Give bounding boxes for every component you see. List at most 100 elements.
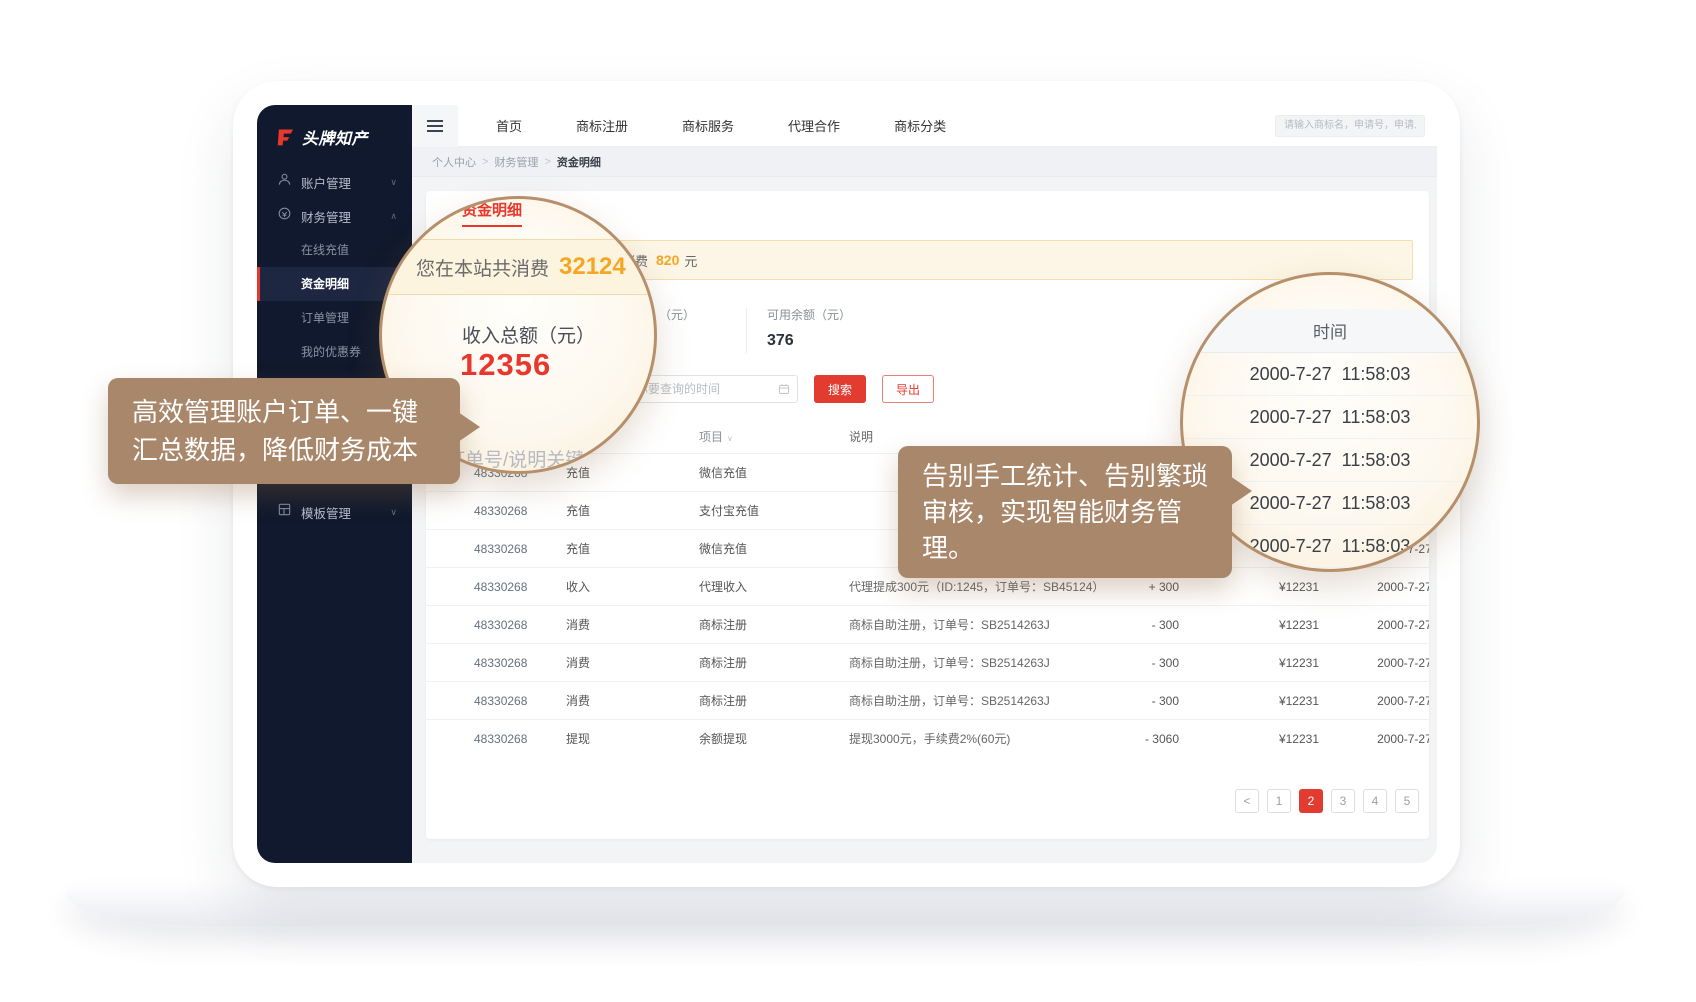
pagination-page-2[interactable]: 2 [1299, 789, 1323, 813]
cell-amt: + 300 [1129, 580, 1179, 594]
sidebar-group-账户管理[interactable]: 账户管理∨ [257, 165, 412, 199]
sidebar-group-label: 模板管理 [301, 503, 351, 522]
sidebar: 头牌知产 账户管理∨财务管理∧在线充值资金明细订单管理我的优惠券我的发票模板管理… [257, 105, 412, 863]
trademark-search-input[interactable] [1275, 115, 1425, 137]
sidebar-group-模板管理[interactable]: 模板管理 ∨ [257, 495, 412, 529]
banner-unit: 元 [684, 251, 697, 270]
cell-bal: ¥12231 [1179, 580, 1319, 594]
sort-caret-icon: ∨ [727, 434, 733, 443]
nav-search [1275, 115, 1425, 137]
callout-right: 告别手工统计、告别繁琐审核，实现智能财务管理。 [898, 446, 1232, 578]
callout-left: 高效管理账户订单、一键汇总数据，降低财务成本 [108, 378, 460, 484]
lens-income-value: 12356 [460, 347, 551, 383]
hamburger-icon[interactable] [412, 105, 458, 147]
stat-balance: 可用余额（元） 376 [747, 306, 851, 355]
cell-proj: 支付宝充值 [699, 502, 849, 519]
cell-time: 2000-7-27 11:58:03 [1319, 732, 1429, 746]
cell-bal: ¥12231 [1179, 694, 1319, 708]
pagination-page-5[interactable]: 5 [1395, 789, 1419, 813]
cell-bal: ¥12231 [1179, 732, 1319, 746]
table-row: 48330268提现余额提现提现3000元，手续费2%(60元)- 3060¥1… [426, 719, 1429, 757]
lens-tab-label: 资金明细 [462, 199, 522, 227]
cell-bal: ¥12231 [1179, 656, 1319, 670]
user-icon [277, 172, 292, 192]
logo-icon [275, 127, 295, 147]
nav-tab[interactable]: 首页 [496, 116, 522, 135]
cell-proj: 代理收入 [699, 578, 849, 595]
export-button[interactable]: 导出 [882, 375, 934, 403]
cell-time: 2000-7-27 11:58:03 [1319, 580, 1429, 594]
chevron-down-icon: ∨ [390, 507, 397, 518]
page: 头牌知产 账户管理∨财务管理∧在线充值资金明细订单管理我的优惠券我的发票模板管理… [0, 0, 1696, 1002]
lens-time-row: 2000-7-27 11:58:03 [1183, 396, 1477, 439]
cell-type: 消费 [566, 616, 699, 633]
template-icon [277, 502, 292, 522]
nav-tabs: 首页 商标注册 商标服务 代理合作 商标分类 [496, 116, 946, 135]
search-button[interactable]: 搜索 [814, 375, 866, 403]
cell-proj: 商标注册 [699, 654, 849, 671]
pagination-prev-button[interactable]: < [1235, 789, 1259, 813]
cell-order: 48330268 [426, 732, 566, 746]
cell-type: 提现 [566, 730, 699, 747]
stat-balance-label: 可用余额（元） [767, 306, 851, 323]
callout-line: 告别手工统计、告别繁琐 [922, 458, 1208, 494]
cell-proj: 余额提现 [699, 730, 849, 747]
cell-bal: ¥12231 [1179, 618, 1319, 632]
calendar-icon [778, 383, 790, 395]
cell-order: 48330268 [426, 618, 566, 632]
cell-order: 48330268 [426, 694, 566, 708]
cell-desc: 商标自助注册，订单号：SB2514263J [849, 692, 1129, 709]
laptop-base [66, 886, 1624, 926]
callout-line: 汇总数据，降低财务成本 [132, 431, 436, 469]
top-nav: 首页 商标注册 商标服务 代理合作 商标分类 [412, 105, 1437, 147]
callout-line: 理。 [922, 530, 1208, 566]
cell-order: 48330268 [426, 580, 566, 594]
cell-time: 2000-7-27 11:58:03 [1319, 694, 1429, 708]
pagination: < 12345 [426, 789, 1429, 813]
nav-tab[interactable]: 商标服务 [682, 116, 734, 135]
cell-desc: 提现3000元，手续费2%(60元) [849, 730, 1129, 747]
sidebar-group-财务管理[interactable]: 财务管理∧ [257, 199, 412, 233]
lens-time-row: 2000-7-27 11:58:03 [1183, 353, 1477, 396]
nav-tab[interactable]: 商标分类 [894, 116, 946, 135]
banner-amount: 820 [656, 252, 679, 268]
cell-type: 充值 [566, 540, 699, 557]
breadcrumb-item[interactable]: 财务管理 [494, 154, 538, 170]
sidebar-group-label: 账户管理 [301, 173, 351, 192]
lens-banner: 您在本站共消费 32124 [382, 239, 654, 295]
stat-balance-value: 376 [767, 332, 851, 350]
pagination-page-4[interactable]: 4 [1363, 789, 1387, 813]
callout-line: 高效管理账户订单、一键 [132, 393, 436, 431]
cell-amt: - 300 [1129, 618, 1179, 632]
nav-tab[interactable]: 代理合作 [788, 116, 840, 135]
cell-order: 48330268 [426, 656, 566, 670]
cell-order: 48330268 [426, 542, 566, 556]
cell-type: 消费 [566, 692, 699, 709]
nav-tab[interactable]: 商标注册 [576, 116, 628, 135]
header-project[interactable]: 项目∨ [699, 428, 849, 445]
cell-type: 充值 [566, 502, 699, 519]
lens-income-label: 收入总额（元） [462, 321, 595, 348]
wallet-icon [277, 206, 292, 226]
pagination-page-3[interactable]: 3 [1331, 789, 1355, 813]
cell-time: 2000-7-27 11:58:03 [1319, 656, 1429, 670]
cell-proj: 商标注册 [699, 692, 849, 709]
stat-middle: （元） [659, 306, 746, 355]
logo-text: 头牌知产 [302, 125, 368, 149]
callout-line: 审核，实现智能财务管 [922, 494, 1208, 530]
breadcrumb-separator-icon: > [544, 156, 550, 168]
lens-time-header: 时间 [1183, 309, 1477, 353]
cell-type: 收入 [566, 578, 699, 595]
breadcrumb-item[interactable]: 个人中心 [432, 154, 476, 170]
stat-middle-label: （元） [659, 306, 746, 323]
cell-amt: - 300 [1129, 656, 1179, 670]
table-row: 48330268消费商标注册商标自助注册，订单号：SB2514263J- 300… [426, 681, 1429, 719]
breadcrumb: 个人中心>财务管理>资金明细 [412, 147, 1437, 177]
pagination-page-1[interactable]: 1 [1267, 789, 1291, 813]
cell-amt: - 300 [1129, 694, 1179, 708]
breadcrumb-separator-icon: > [482, 156, 488, 168]
cell-proj: 商标注册 [699, 616, 849, 633]
cell-type: 消费 [566, 654, 699, 671]
cell-proj: 微信充值 [699, 464, 849, 481]
cell-proj: 微信充值 [699, 540, 849, 557]
